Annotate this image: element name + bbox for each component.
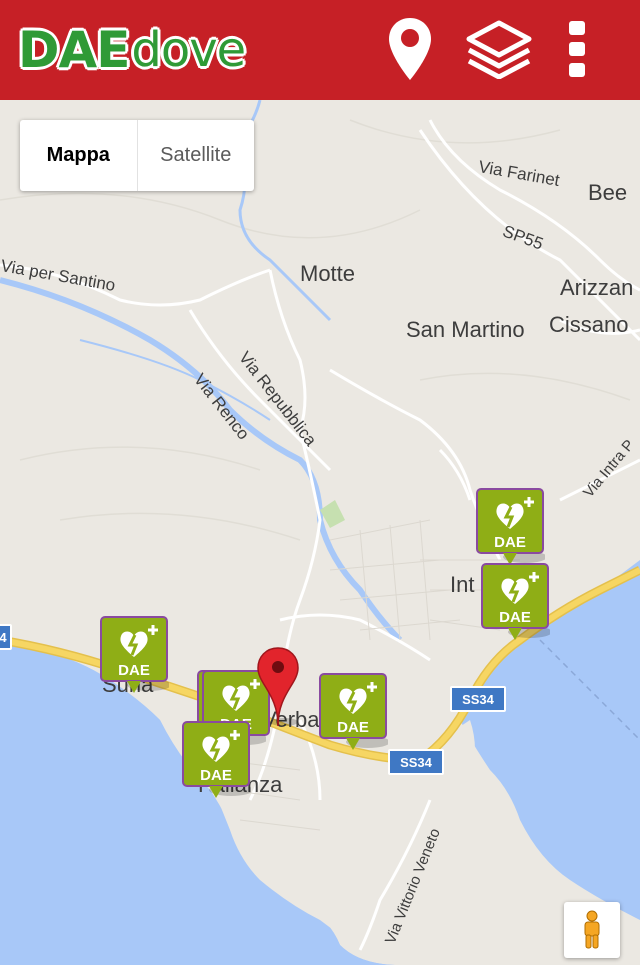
- aed-marker[interactable]: DAE: [318, 672, 390, 760]
- label-san-martino: San Martino: [406, 317, 525, 342]
- pegman-icon: [584, 910, 600, 949]
- logo-dove-text: dove: [131, 22, 246, 78]
- route-shield-partial: 4: [0, 624, 12, 650]
- app-toolbar: DAE dove: [0, 0, 640, 100]
- layers-button[interactable]: [464, 14, 534, 84]
- map-type-control: Mappa Satellite: [20, 120, 254, 191]
- map-type-satellite-button[interactable]: Satellite: [138, 120, 255, 191]
- aed-marker-label: DAE: [499, 609, 531, 626]
- aed-marker-label: DAE: [200, 767, 232, 784]
- label-bee: Bee: [588, 180, 628, 205]
- street-view-button[interactable]: [564, 902, 620, 958]
- app-logo: DAE dove: [18, 18, 246, 82]
- label-arizzano: Arizzan: [560, 275, 634, 300]
- label-motte: Motte: [300, 261, 356, 286]
- location-pin-icon: [389, 18, 431, 80]
- layers-icon: [466, 20, 532, 79]
- label-intra: Int: [450, 572, 475, 597]
- route-shield-ss34: SS34: [450, 686, 506, 712]
- overflow-menu-button[interactable]: [552, 14, 602, 84]
- aed-marker-label: DAE: [494, 534, 526, 551]
- aed-marker-label: DAE: [118, 662, 150, 679]
- label-cissano: Cissano: [549, 312, 629, 337]
- current-location-pin-icon[interactable]: [254, 646, 302, 728]
- route-shield-ss34: SS34: [388, 749, 444, 775]
- logo-dae-text: DAE: [18, 21, 130, 79]
- aed-marker[interactable]: DAE: [181, 720, 253, 808]
- location-button[interactable]: [380, 14, 440, 84]
- aed-marker[interactable]: DAE: [480, 562, 552, 650]
- aed-marker[interactable]: DAE: [99, 615, 171, 703]
- overflow-menu-icon: [569, 21, 585, 77]
- aed-marker-label: DAE: [337, 719, 369, 736]
- map-type-map-button[interactable]: Mappa: [20, 120, 138, 191]
